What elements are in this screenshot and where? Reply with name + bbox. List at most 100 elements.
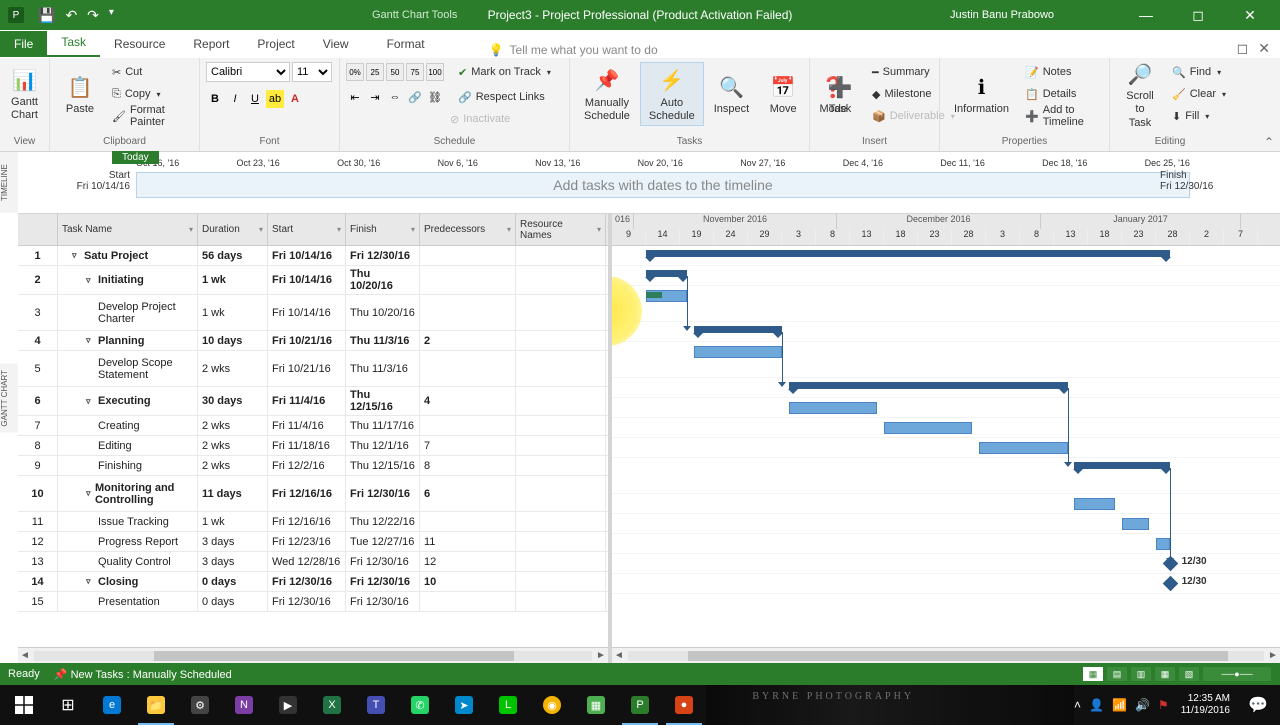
cell-predecessors[interactable] [420,512,516,531]
format-tab[interactable]: Format [373,31,439,57]
find-button[interactable]: 🔍Find▾ [1170,62,1228,82]
scroll-left-icon[interactable]: ◄ [612,650,626,661]
tray-volume-icon[interactable]: 🔊 [1135,698,1150,712]
cell-duration[interactable]: 2 wks [198,351,268,386]
gantt-summary-bar[interactable] [789,382,1068,389]
cell-predecessors[interactable] [420,295,516,330]
cell-finish[interactable]: Tue 12/27/16 [346,532,420,551]
gantt-row[interactable]: 12/30 [612,574,1280,594]
inspect-button[interactable]: 🔍Inspect [706,69,757,118]
percent-50-button[interactable]: 50 [386,63,404,81]
scroll-track[interactable] [628,651,1264,661]
cell-duration[interactable]: 0 days [198,592,268,611]
cell-finish[interactable]: Thu 12/15/16 [346,387,420,415]
table-row[interactable]: 3Develop Project Charter1 wkFri 10/14/16… [18,295,608,331]
cell-resource[interactable] [516,532,606,551]
tray-shield-icon[interactable]: ⚑ [1158,698,1169,712]
cell-duration[interactable]: 0 days [198,572,268,591]
link-button[interactable]: 🔗 [406,88,424,106]
cell-task-name[interactable]: ▿Satu Project [58,246,198,265]
cell-finish[interactable]: Thu 11/17/16 [346,416,420,435]
gantt-row[interactable] [612,342,1280,378]
col-finish[interactable]: Finish▾ [346,214,420,245]
cell-resource[interactable] [516,572,606,591]
gantt-row[interactable] [612,438,1280,458]
outline-toggle-icon[interactable]: ▿ [72,250,82,261]
gantt-row[interactable] [612,514,1280,534]
qat-dropdown-icon[interactable]: ▾ [109,7,114,24]
tray-chevron-icon[interactable]: ˄ [1074,698,1081,712]
cell-duration[interactable]: 10 days [198,331,268,350]
percent-25-button[interactable]: 25 [366,63,384,81]
cell-resource[interactable] [516,512,606,531]
signed-in-user[interactable]: Justin Banu Prabowo [950,9,1054,21]
row-number[interactable]: 5 [18,351,58,386]
table-row[interactable]: 1▿Satu Project56 daysFri 10/14/16Fri 12/… [18,246,608,266]
gantt-task-bar[interactable] [1122,518,1149,530]
cell-duration[interactable]: 1 wk [198,512,268,531]
cell-resource[interactable] [516,295,606,330]
row-number[interactable]: 2 [18,266,58,294]
row-number[interactable]: 12 [18,532,58,551]
gantt-row[interactable] [612,246,1280,266]
cell-task-name[interactable]: ▿Initiating [58,266,198,294]
col-task-name[interactable]: Task Name▾ [58,214,198,245]
project-tab[interactable]: Project [243,31,308,57]
cell-duration[interactable]: 56 days [198,246,268,265]
cell-start[interactable]: Fri 11/4/16 [268,416,346,435]
cell-finish[interactable]: Fri 12/30/16 [346,592,420,611]
cell-finish[interactable]: Fri 12/30/16 [346,476,420,511]
gantt-summary-bar[interactable] [694,326,782,333]
highlight-button[interactable]: ab [266,90,284,108]
line-icon[interactable]: L [486,685,530,725]
gantt-row[interactable] [612,378,1280,398]
gantt-row[interactable]: 12/30 [612,554,1280,574]
scroll-thumb[interactable] [688,651,1228,661]
cell-resource[interactable] [516,552,606,571]
scroll-thumb[interactable] [154,651,514,661]
gantt-summary-bar[interactable] [1074,462,1169,469]
cell-predecessors[interactable] [420,592,516,611]
inactivate-button[interactable]: ⊘Inactivate [448,109,512,129]
cell-predecessors[interactable]: 12 [420,552,516,571]
cell-task-name[interactable]: ▿Executing [58,387,198,415]
task-tab[interactable]: Task [47,29,100,57]
table-row[interactable]: 6▿Executing30 daysFri 11/4/16Thu 12/15/1… [18,387,608,416]
cell-start[interactable]: Fri 12/16/16 [268,512,346,531]
cell-task-name[interactable]: Creating [58,416,198,435]
cell-predecessors[interactable]: 11 [420,532,516,551]
cell-task-name[interactable]: Editing [58,436,198,455]
percent-100-button[interactable]: 100 [426,63,444,81]
cell-start[interactable]: Fri 10/21/16 [268,331,346,350]
system-tray[interactable]: ˄ 👤 📶 🔊 ⚑ [1074,698,1173,712]
cell-start[interactable]: Fri 10/14/16 [268,295,346,330]
fill-button[interactable]: ⬇Fill▾ [1170,106,1228,126]
cell-duration[interactable]: 3 days [198,552,268,571]
minimize-button[interactable]: — [1126,0,1166,30]
tell-me-search[interactable]: 💡 Tell me what you want to do [489,43,658,57]
outline-toggle-icon[interactable]: ▿ [86,275,96,286]
row-number[interactable]: 11 [18,512,58,531]
dropdown-icon[interactable]: ▾ [259,225,263,234]
percent-0-button[interactable]: 0% [346,63,364,81]
cell-task-name[interactable]: ▿Planning [58,331,198,350]
gantt-summary-bar[interactable] [646,270,687,277]
outline-toggle-icon[interactable]: ▿ [86,335,96,346]
outline-toggle-icon[interactable]: ▿ [86,488,93,499]
table-row[interactable]: 2▿Initiating1 wkFri 10/14/16Thu 10/20/16 [18,266,608,295]
cell-duration[interactable]: 11 days [198,476,268,511]
dropdown-icon[interactable]: ▾ [337,225,341,234]
row-number-header[interactable] [18,214,58,245]
edge-icon[interactable]: e [90,685,134,725]
row-number[interactable]: 14 [18,572,58,591]
cell-start[interactable]: Wed 12/28/16 [268,552,346,571]
details-button[interactable]: 📋Details [1023,84,1103,104]
cell-task-name[interactable]: ▿Closing [58,572,198,591]
view-gantt-button[interactable]: ▦ [1082,666,1104,682]
cell-task-name[interactable]: Progress Report [58,532,198,551]
cell-duration[interactable]: 2 wks [198,436,268,455]
project-icon[interactable]: P [618,685,662,725]
font-name-select[interactable]: Calibri [206,62,290,82]
undo-icon[interactable]: ↶ [65,7,77,24]
dropdown-icon[interactable]: ▾ [189,225,193,234]
